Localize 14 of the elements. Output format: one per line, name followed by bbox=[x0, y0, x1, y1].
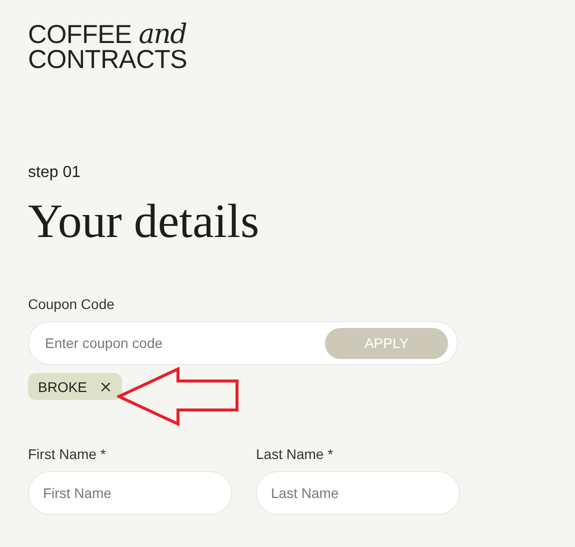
step-label: step 01 bbox=[28, 164, 80, 182]
text-field[interactable]: First Name bbox=[28, 471, 232, 515]
logo-text: COFFEE and bbox=[28, 22, 188, 47]
coupon-label: Coupon Code bbox=[28, 296, 114, 312]
text-field[interactable]: Last Name bbox=[256, 471, 460, 515]
field-label: Last Name * bbox=[256, 446, 334, 462]
arrow-icon bbox=[117, 367, 240, 426]
coupon-code: BROKE bbox=[38, 378, 88, 394]
remove-button[interactable]: × bbox=[99, 378, 112, 394]
coupon-field[interactable]: Enter coupon code APPLY bbox=[28, 321, 458, 365]
apply-button[interactable]: APPLY bbox=[325, 328, 448, 358]
logo-text: CONTRACTS bbox=[28, 47, 188, 72]
page-title: Your details bbox=[28, 194, 260, 250]
field-label: First Name * bbox=[28, 446, 106, 462]
